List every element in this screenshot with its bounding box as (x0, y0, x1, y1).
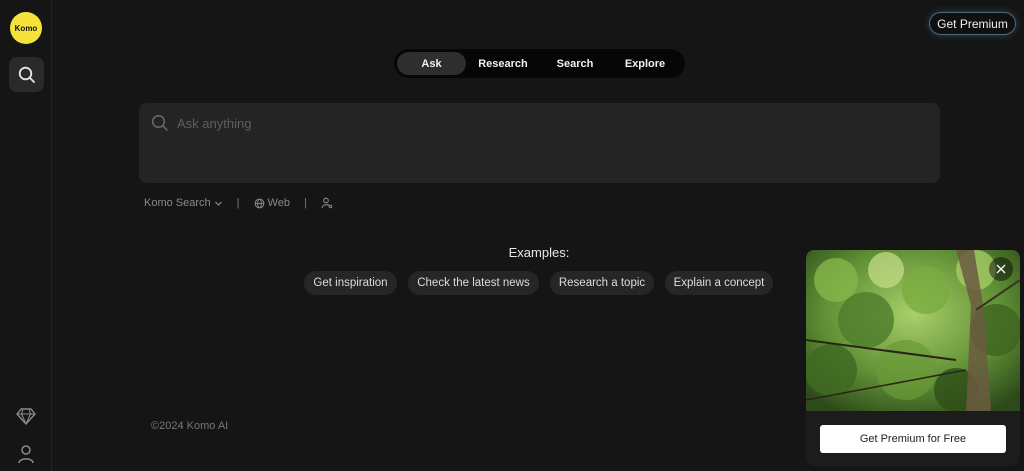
tab-explore[interactable]: Explore (610, 52, 680, 75)
logo-text: Komo (14, 23, 38, 33)
tab-search-label: Search (556, 57, 594, 70)
globe-icon (254, 198, 264, 208)
example-chip-news[interactable]: Check the latest news (408, 271, 539, 295)
source-web-label: Web (267, 197, 290, 209)
get-premium-free-button[interactable]: Get Premium for Free (820, 425, 1006, 453)
tab-research-label: Research (478, 57, 528, 70)
get-premium-free-label: Get Premium for Free (859, 433, 967, 445)
copyright: ©2024 Komo AI (151, 420, 229, 432)
example-chip-inspiration[interactable]: Get inspiration (304, 271, 397, 295)
search-options: Komo Search | Web | (144, 195, 333, 211)
tab-search[interactable]: Search (540, 52, 610, 75)
separator: | (303, 197, 307, 209)
persona-button[interactable] (321, 197, 333, 209)
engine-dropdown[interactable]: Komo Search (144, 197, 223, 209)
sidebar: Komo (0, 0, 52, 471)
example-chip-research[interactable]: Research a topic (550, 271, 654, 295)
sidebar-search-button[interactable] (9, 57, 44, 92)
tab-research[interactable]: Research (466, 52, 540, 75)
mode-tabs: Ask Research Search Explore (394, 49, 685, 78)
chevron-down-icon (214, 201, 222, 206)
get-premium-label: Get Premium (937, 16, 1008, 31)
get-premium-button[interactable]: Get Premium (929, 12, 1016, 35)
tab-explore-label: Explore (624, 57, 666, 70)
ask-input[interactable] (177, 113, 917, 133)
search-icon (18, 66, 35, 83)
search-icon (151, 114, 168, 131)
user-settings-icon (321, 197, 333, 209)
example-chip-explain[interactable]: Explain a concept (665, 271, 773, 295)
examples-title: Examples: (508, 245, 570, 260)
komo-logo[interactable]: Komo (10, 12, 42, 44)
promo-close-button[interactable] (989, 257, 1013, 281)
close-icon (996, 264, 1006, 274)
ask-box[interactable] (139, 103, 940, 183)
gem-icon[interactable] (16, 406, 36, 426)
separator: | (236, 197, 240, 209)
premium-promo-card: Get Premium for Free (806, 250, 1020, 466)
tree-canopy-image (806, 250, 1020, 411)
tab-ask-label: Ask (421, 57, 442, 70)
engine-label: Komo Search (144, 197, 211, 209)
source-web-button[interactable]: Web (254, 197, 290, 209)
tab-ask[interactable]: Ask (397, 52, 466, 75)
user-icon[interactable] (17, 444, 35, 464)
